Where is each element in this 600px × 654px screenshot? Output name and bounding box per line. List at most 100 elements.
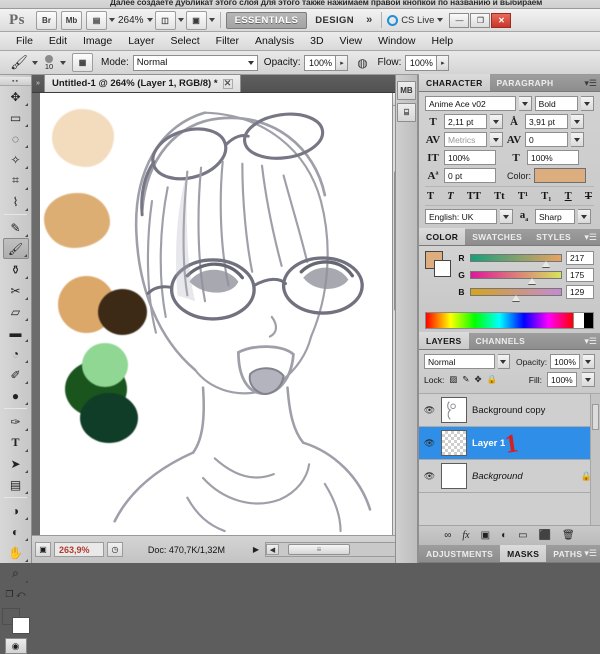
layer-opacity-input[interactable]: 100% xyxy=(550,354,580,369)
color-panel-background-swatch[interactable] xyxy=(434,260,451,277)
swap-colors-icon[interactable]: ❐ ⤺ xyxy=(3,584,29,605)
healing-brush-tool[interactable]: ✎ xyxy=(3,217,29,238)
document-canvas[interactable]: ▲ xyxy=(40,93,405,535)
menu-help[interactable]: Help xyxy=(423,33,461,50)
tab-adjustments[interactable]: ADJUSTMENTS xyxy=(419,545,500,562)
kerning-chevron-down-icon[interactable] xyxy=(490,132,503,147)
vertical-scale-input[interactable]: 100% xyxy=(444,150,496,165)
quick-mask-icon[interactable]: ◉ xyxy=(4,638,27,654)
green-slider-thumb[interactable] xyxy=(527,278,536,284)
font-style-select[interactable]: Bold xyxy=(534,96,579,111)
color-swatches[interactable] xyxy=(1,608,30,634)
screen-mode-button[interactable]: ▣ xyxy=(185,10,207,30)
character-panel-menu-icon[interactable]: ▾☰ xyxy=(584,78,597,89)
view-extras-button[interactable]: ▤ xyxy=(86,10,107,30)
hand-tool[interactable]: ✋ xyxy=(3,542,29,563)
new-layer-button[interactable]: ⬛ xyxy=(539,530,551,541)
pen-tool[interactable]: ✑ xyxy=(3,411,29,432)
menu-window[interactable]: Window xyxy=(370,33,423,50)
delete-layer-button[interactable]: 🗑 xyxy=(562,530,575,541)
minimize-button[interactable]: — xyxy=(449,12,470,28)
layer-opacity-stepper[interactable] xyxy=(582,354,595,369)
language-select[interactable]: English: UK xyxy=(425,209,497,224)
orbit-3d-tool[interactable]: ◐ xyxy=(3,521,29,542)
blur-tool[interactable]: ◔ xyxy=(3,343,29,364)
opacity-stepper[interactable]: ▸ xyxy=(336,54,349,71)
camera-icon[interactable]: ▣ xyxy=(35,542,51,557)
blue-slider-thumb[interactable] xyxy=(511,295,520,301)
adjustment-layer-button[interactable]: ◐ xyxy=(501,530,507,541)
font-family-chevron-down-icon[interactable] xyxy=(518,96,532,111)
layer-visibility-icon[interactable]: 👁 xyxy=(423,405,436,416)
layer-fill-stepper[interactable] xyxy=(582,372,595,387)
mini-bridge-rail-icon[interactable]: MB xyxy=(397,81,416,100)
type-tool[interactable]: T xyxy=(3,432,29,453)
underline-button[interactable]: T xyxy=(565,191,572,202)
menu-3d[interactable]: 3D xyxy=(302,33,331,50)
tab-layers[interactable]: LAYERS xyxy=(419,332,469,349)
tab-paragraph[interactable]: PARAGRAPH xyxy=(490,74,561,91)
more-workspaces-icon[interactable]: » xyxy=(362,14,376,26)
font-size-chevron-down-icon[interactable] xyxy=(490,114,503,129)
zoom-percentage-input[interactable]: 263,9% xyxy=(54,542,104,557)
tab-character[interactable]: CHARACTER xyxy=(419,74,490,91)
brush-preset-icon[interactable]: 🖌 xyxy=(6,54,32,72)
marquee-tool[interactable]: ▭ xyxy=(3,107,29,128)
antialias-select[interactable]: Sharp xyxy=(535,209,575,224)
workspace-essentials[interactable]: ESSENTIALS xyxy=(225,11,308,29)
green-slider[interactable] xyxy=(470,271,562,284)
blue-slider[interactable] xyxy=(470,288,562,301)
layer-thumbnail[interactable] xyxy=(441,397,467,423)
toggle-brush-panel-button[interactable]: ▦ xyxy=(72,53,93,72)
tracking-input[interactable]: 0 xyxy=(525,132,568,147)
antialias-chevron-down-icon[interactable] xyxy=(578,209,591,224)
menu-select[interactable]: Select xyxy=(162,33,207,50)
flow-input[interactable]: 100% xyxy=(405,54,438,71)
move-tool[interactable]: ✥ xyxy=(3,86,29,107)
kerning-input[interactable]: Metrics xyxy=(444,132,487,147)
color-spectrum-bar[interactable] xyxy=(425,312,594,329)
launch-bridge-button[interactable]: Br xyxy=(36,10,57,30)
transparency-lock-icon[interactable]: ▨ xyxy=(449,374,457,385)
menu-filter[interactable]: Filter xyxy=(208,33,247,50)
table-row[interactable]: 👁 Layer 1 1 xyxy=(419,427,600,460)
brush-size-caret-icon[interactable] xyxy=(60,60,66,65)
path-selection-tool[interactable]: ➤ xyxy=(3,453,29,474)
quick-selection-tool[interactable]: ✧ xyxy=(3,149,29,170)
pixels-lock-icon[interactable]: ✎ xyxy=(462,374,469,385)
font-family-select[interactable]: Anime Ace v02 xyxy=(425,96,516,111)
menu-edit[interactable]: Edit xyxy=(41,33,75,50)
all-lock-icon[interactable]: 🔒 xyxy=(487,374,498,385)
close-icon[interactable]: ✕ xyxy=(222,78,233,89)
layer-blend-chevron-down-icon[interactable] xyxy=(497,354,510,369)
layer-thumbnail[interactable] xyxy=(441,463,467,489)
zoom-level-caret-icon[interactable] xyxy=(146,18,153,22)
menu-image[interactable]: Image xyxy=(75,33,120,50)
workspace-design[interactable]: DESIGN xyxy=(307,12,362,29)
status-menu-arrow-icon[interactable]: ▶ xyxy=(250,545,262,554)
tab-masks[interactable]: MASKS xyxy=(500,545,547,562)
clone-stamp-tool[interactable]: ⚱ xyxy=(3,259,29,280)
subscript-button[interactable]: T₁ xyxy=(541,191,551,202)
new-group-button[interactable]: ▭ xyxy=(518,530,527,541)
layer-thumbnail[interactable] xyxy=(441,430,467,456)
brush-size-indicator[interactable]: 10 xyxy=(38,54,60,71)
launch-mini-bridge-button[interactable]: Mb xyxy=(61,10,82,30)
menu-view[interactable]: View xyxy=(332,33,371,50)
arrange-caret-icon[interactable] xyxy=(177,18,184,22)
green-value[interactable]: 175 xyxy=(566,268,594,282)
gradient-tool[interactable]: ▬ xyxy=(3,322,29,343)
red-slider[interactable] xyxy=(470,254,562,267)
burn-tool[interactable]: ● xyxy=(3,385,29,406)
lasso-tool[interactable]: ◌ xyxy=(3,128,29,149)
rectangle-shape-tool[interactable]: ▤ xyxy=(3,474,29,495)
all-caps-button[interactable]: TT xyxy=(467,191,481,202)
tab-paths[interactable]: PATHS xyxy=(546,545,589,562)
layer-mask-button[interactable]: ▣ xyxy=(481,530,490,541)
menu-analysis[interactable]: Analysis xyxy=(247,33,302,50)
history-brush-tool[interactable]: ✂ xyxy=(3,280,29,301)
document-tab[interactable]: Untitled-1 @ 264% (Layer 1, RGB/8) * ✕ xyxy=(44,74,241,92)
link-layers-button[interactable]: ∞ xyxy=(444,530,451,541)
tab-color[interactable]: COLOR xyxy=(419,228,466,245)
strikethrough-button[interactable]: T xyxy=(585,191,592,202)
